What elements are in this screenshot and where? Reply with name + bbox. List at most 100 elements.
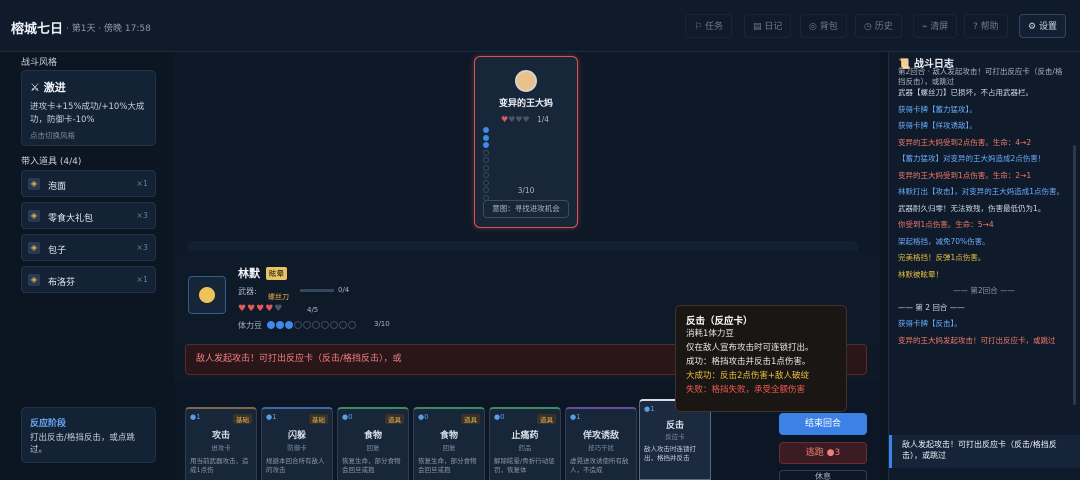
weapon-label: 武器: (238, 287, 257, 296)
clear-button[interactable]: ⌁ 清屏 (913, 14, 958, 38)
phase-card: 反应阶段 打出反击/格挡反击，或点跳过。 (21, 407, 156, 463)
stamina-dot (267, 321, 275, 329)
card-kind: 药品 (518, 444, 532, 452)
help-icon: ? (973, 22, 981, 32)
log-entry: 架起格挡，减免70%伤害。 (898, 236, 990, 246)
log-entry: 获得卡牌【佯攻诱敌】。 (898, 121, 977, 130)
stamina-dot (330, 321, 338, 329)
card-cost: ●0 (418, 413, 429, 421)
tasks-button[interactable]: ⚐ 任务 (685, 14, 732, 38)
card-desc: 恢复生命，部分食物会回旦或抱 (342, 457, 401, 474)
card-name: 闪躲 (287, 431, 306, 441)
durability-bar (300, 289, 334, 292)
tooltip-cost: 消耗1体力豆 (686, 329, 734, 339)
log-entry: 获得卡牌【反击】。 (898, 319, 962, 328)
status-badge: 眩晕 (266, 267, 287, 280)
item-name: 布洛芬 (48, 278, 76, 288)
card-name: 止痛药 (511, 431, 539, 441)
stamina-label: 体力豆 (238, 321, 262, 330)
gear-icon: ⚙ (1028, 22, 1039, 32)
card-kind: 回复 (442, 444, 456, 452)
stamina-dot (312, 321, 320, 329)
card-dodge[interactable]: ●1 基础 闪躲 防御卡 规避本回合所有敌人的攻击 (261, 407, 333, 480)
log-entry: 林默被眩晕！ (898, 269, 943, 279)
enemy-name: 变异的王大妈 (498, 99, 553, 109)
item-count: ×3 (136, 243, 148, 252)
card-kind: 技巧干扰 (588, 444, 614, 452)
combat-style-card[interactable]: ⚔ 激进 进攻卡+15%成功/+10%大成功，防御卡-10% 点击切换风格 (21, 70, 156, 146)
player-avatar (188, 276, 226, 314)
log-entry: 变异的王大妈发起攻击！可打出反应卡，或跳过 (898, 335, 1056, 345)
card-food-2[interactable]: ●0 道具 食物 回复 恢复生命，部分食物会回旦或抱 (413, 407, 485, 480)
tooltip-title: 反击（反应卡） (686, 316, 753, 327)
log-scrollbar[interactable] (1073, 145, 1076, 405)
card-tag: 道具 (461, 414, 480, 424)
item-name: 包子 (48, 246, 67, 256)
package-icon: ◈ (28, 242, 40, 254)
diary-button[interactable]: ▤ 日记 (744, 14, 792, 38)
card-cost: ●1 (266, 413, 277, 421)
card-name: 食物 (363, 431, 382, 441)
card-food-1[interactable]: ●0 道具 食物 回复 恢复生命，部分食物会回旦或抱 (337, 407, 409, 480)
stamina-dot (294, 321, 302, 329)
log-entry: 获得卡牌【蓄力猛攻】。 (898, 104, 977, 114)
battle-area: 变异的王大妈 ♥♥♥♥ 1/4 3/10 意图：寻找进攻机会 林默 眩晕 武器:… (174, 52, 880, 480)
package-icon: ◈ (28, 210, 40, 222)
card-tag: 基础 (309, 414, 328, 424)
rest-button[interactable]: 休息 (779, 470, 867, 480)
card-painkiller[interactable]: ●0 道具 止痛药 药品 解除眩晕/骨折行动惩罚，恢复体 (489, 407, 561, 480)
card-attack[interactable]: ●1 基础 攻击 进攻卡 用当前武器攻击，造成1点伤 (185, 407, 257, 480)
log-entry: 武器耐久归零！无法致残，伤害最低仍为1。 (898, 203, 1046, 213)
log-entry: 你受到1点伤害。生命：5→4 (898, 220, 994, 229)
stamina-dot (339, 321, 347, 329)
log-entry: 完美格挡！反弹1点伤害。 (898, 253, 986, 262)
enemy-avatar (515, 70, 537, 92)
item-snack-pack[interactable]: ◈ 零食大礼包 ×3 (21, 202, 156, 229)
stamina-dot (483, 179, 489, 186)
items-label: 带入道具 (4/4) (21, 157, 82, 167)
card-cost: ●0 (342, 413, 353, 421)
stamina-dot (285, 321, 293, 329)
item-bun[interactable]: ◈ 包子 ×3 (21, 234, 156, 261)
tooltip-great: 大成功：反击2点伤害+敌人破绽 (686, 371, 810, 381)
book-icon: ▤ (753, 22, 765, 32)
bag-button[interactable]: ◎ 背包 (800, 14, 847, 38)
card-tag: 基础 (233, 414, 252, 424)
player-hearts: ♥♥♥♥♥ (238, 304, 284, 314)
left-sidebar: 战斗风格 ⚔ 激进 进攻卡+15%成功/+10%大成功，防御卡-10% 点击切换… (13, 52, 163, 480)
item-ibuprofen[interactable]: ◈ 布洛芬 ×1 (21, 266, 156, 293)
stamina-dot (483, 157, 489, 163)
settings-button[interactable]: ⚙ 设置 (1019, 14, 1066, 38)
item-count: ×1 (136, 179, 148, 188)
card-desc: 用当前武器攻击，造成1点伤 (190, 457, 249, 474)
battle-log: 📜 战斗日志 第2回合 · 敌人发起攻击！可打出反应卡（反击/格挡反击），或跳过… (888, 52, 1080, 480)
style-label: 战斗风格 (21, 58, 58, 68)
weapon-name: 螺丝刀 (268, 293, 289, 301)
card-kind: 回复 (366, 444, 380, 452)
item-ramen[interactable]: ◈ 泡面 ×1 (21, 170, 156, 197)
item-count: ×3 (136, 211, 148, 220)
style-name: ⚔ 激进 (30, 81, 66, 94)
phase-title: 反应阶段 (30, 419, 67, 429)
card-cost: ●1 (644, 405, 655, 413)
tooltip-fail: 失败：格挡失败，承受全额伤害 (686, 385, 806, 395)
stamina-dot (483, 164, 489, 171)
card-tag: 道具 (385, 414, 404, 424)
flee-button[interactable]: 逃跑 ●3 (779, 442, 867, 464)
end-turn-button[interactable]: 结束回合 (779, 413, 867, 435)
stamina-dot (276, 321, 284, 329)
card-desc: 规避本回合所有敌人的攻击 (266, 457, 325, 474)
enemy-intent: 意图：寻找进攻机会 (483, 200, 569, 218)
help-button[interactable]: ? 帮助 (964, 14, 1008, 38)
item-count: ×1 (136, 275, 148, 284)
player-hp-text: 4/5 (307, 306, 319, 314)
history-button[interactable]: ◷ 历史 (855, 14, 902, 38)
card-feint[interactable]: ●1 佯攻诱敌 技巧干扰 虚晃进攻诱使所有敌人，不造成 (565, 407, 637, 480)
package-icon: ◈ (28, 274, 40, 286)
card-name: 攻击 (211, 431, 230, 441)
log-entry: 变异的王大妈受到1点伤害。生命：2→1 (898, 170, 1032, 180)
enemy-card[interactable]: 变异的王大妈 ♥♥♥♥ 1/4 3/10 意图：寻找进攻机会 (474, 56, 578, 228)
log-footer: 敌人发起攻击！可打出反应卡（反击/格挡反击），或跳过 (889, 435, 1080, 468)
style-desc: 进攻卡+15%成功/+10%大成功，防御卡-10% (30, 102, 145, 125)
tooltip-success: 成功：格挡攻击并反击1点伤害。 (686, 357, 811, 367)
